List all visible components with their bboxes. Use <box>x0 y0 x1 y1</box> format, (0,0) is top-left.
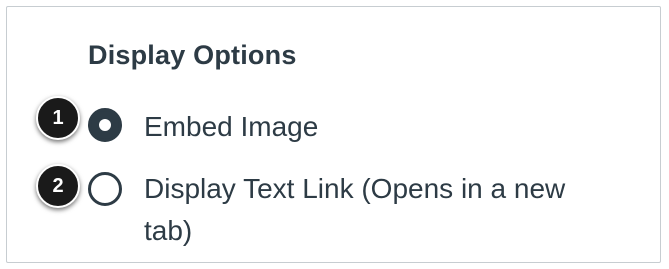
display-text-link-radio[interactable] <box>88 172 122 206</box>
callout-badge-2: 2 <box>36 164 80 208</box>
embed-image-radio[interactable] <box>88 108 122 142</box>
callout-badge-1: 1 <box>36 96 80 140</box>
display-text-link-label: Display Text Link (Opens in a new tab) <box>144 173 566 246</box>
embed-image-label: Embed Image <box>144 111 319 142</box>
display-options-heading: Display Options <box>88 40 297 70</box>
